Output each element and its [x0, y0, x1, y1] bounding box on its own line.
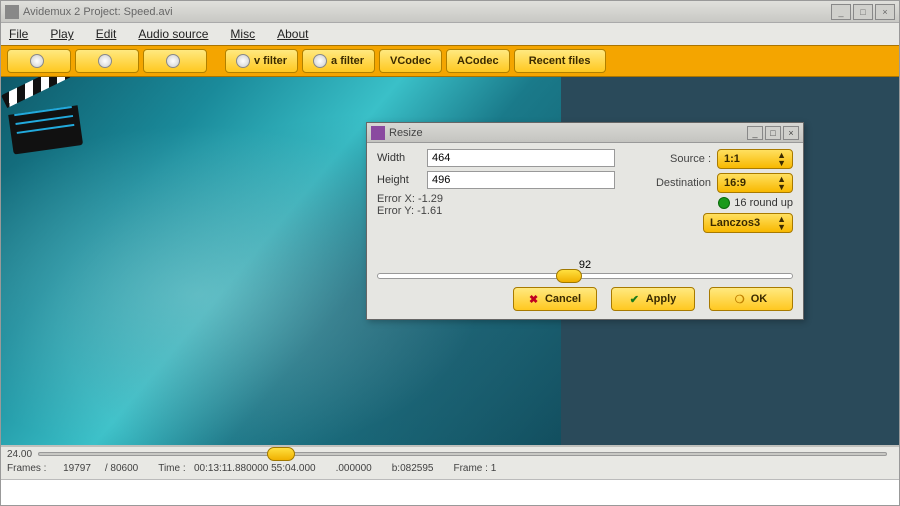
main-title-text: Avidemux 2 Project: Speed.avi: [23, 6, 173, 18]
afilter-icon: [313, 54, 327, 68]
frames-label: Frames :: [7, 463, 46, 474]
dialog-title: Resize: [389, 127, 423, 139]
dialog-titlebar[interactable]: Resize _ □ ×: [367, 123, 803, 143]
timeline-knob[interactable]: [267, 447, 295, 461]
save-button[interactable]: [143, 49, 207, 73]
minimize-button[interactable]: _: [831, 4, 851, 20]
error-x: Error X: -1.29: [377, 193, 615, 205]
vfilter-icon: [236, 54, 250, 68]
menu-file[interactable]: File: [9, 27, 28, 41]
folder-icon: [30, 54, 44, 68]
info-icon: [98, 54, 112, 68]
resize-slider[interactable]: [377, 273, 793, 279]
menu-play[interactable]: Play: [50, 27, 73, 41]
dialog-icon: [371, 126, 385, 140]
app-icon: [5, 5, 19, 19]
afilter-button[interactable]: a filter: [302, 49, 375, 73]
updown-icon: ▲▼: [777, 175, 786, 191]
time-value: 00:13:11.880000 55:04.000: [194, 463, 316, 474]
destination-aspect-select[interactable]: 16:9▲▼: [717, 173, 793, 193]
save-icon: [166, 54, 180, 68]
timeline-slider[interactable]: [38, 452, 887, 456]
vcodec-button[interactable]: VCodec: [379, 49, 442, 73]
menu-misc[interactable]: Misc: [230, 27, 255, 41]
close-button[interactable]: ×: [875, 4, 895, 20]
width-label: Width: [377, 152, 421, 164]
menubar: File Play Edit Audio source Misc About: [1, 23, 899, 45]
dialog-minimize-button[interactable]: _: [747, 126, 763, 140]
source-label: Source :: [670, 153, 711, 165]
apply-button[interactable]: ✔Apply: [611, 287, 695, 311]
vfilter-button[interactable]: v filter: [225, 49, 298, 73]
time-label: Time :: [158, 463, 185, 474]
info-button[interactable]: [75, 49, 139, 73]
method-select[interactable]: Lanczos3▲▼: [703, 213, 793, 233]
resize-slider-knob[interactable]: [556, 269, 582, 283]
frame-total: 80600: [110, 463, 138, 474]
main-titlebar[interactable]: Avidemux 2 Project: Speed.avi _ □ ×: [1, 1, 899, 23]
error-y: Error Y: -1.61: [377, 205, 615, 217]
menu-audio-source[interactable]: Audio source: [138, 27, 208, 41]
height-input[interactable]: [427, 171, 615, 189]
open-button[interactable]: [7, 49, 71, 73]
dialog-maximize-button[interactable]: □: [765, 126, 781, 140]
frame-index: Frame : 1: [453, 463, 496, 474]
bitrate-value: b:082595: [392, 463, 434, 474]
acodec-button[interactable]: ACodec: [446, 49, 510, 73]
position-label: 24.00: [7, 449, 32, 460]
ok-button[interactable]: ❍OK: [709, 287, 793, 311]
maximize-button[interactable]: □: [853, 4, 873, 20]
resize-slider-value: 92: [579, 259, 591, 271]
toolbar: v filter a filter VCodec ACodec Recent f…: [1, 45, 899, 77]
menu-about[interactable]: About: [277, 27, 308, 41]
check-icon: ✔: [630, 293, 642, 305]
round-label: 16 round up: [734, 197, 793, 209]
dialog-close-button[interactable]: ×: [783, 126, 799, 140]
ok-icon: ❍: [735, 293, 747, 305]
x-icon: ✖: [529, 293, 541, 305]
status-area: 24.00 Frames : 19797 / 80600 Time : 00:1…: [1, 445, 899, 479]
frame-current: 19797: [63, 463, 91, 474]
cancel-button[interactable]: ✖Cancel: [513, 287, 597, 311]
bottom-bar: [1, 479, 899, 505]
source-aspect-select[interactable]: 1:1▲▼: [717, 149, 793, 169]
clapperboard-icon: [5, 84, 82, 151]
height-label: Height: [377, 174, 421, 186]
resize-dialog: Resize _ □ × Width Height Error X: -1.29…: [366, 122, 804, 320]
destination-label: Destination: [656, 177, 711, 189]
updown-icon: ▲▼: [777, 215, 786, 231]
recent-files-button[interactable]: Recent files: [514, 49, 606, 73]
width-input[interactable]: [427, 149, 615, 167]
updown-icon: ▲▼: [777, 151, 786, 167]
menu-edit[interactable]: Edit: [96, 27, 117, 41]
rate-value: .000000: [336, 463, 372, 474]
round-checkbox[interactable]: [718, 197, 730, 209]
